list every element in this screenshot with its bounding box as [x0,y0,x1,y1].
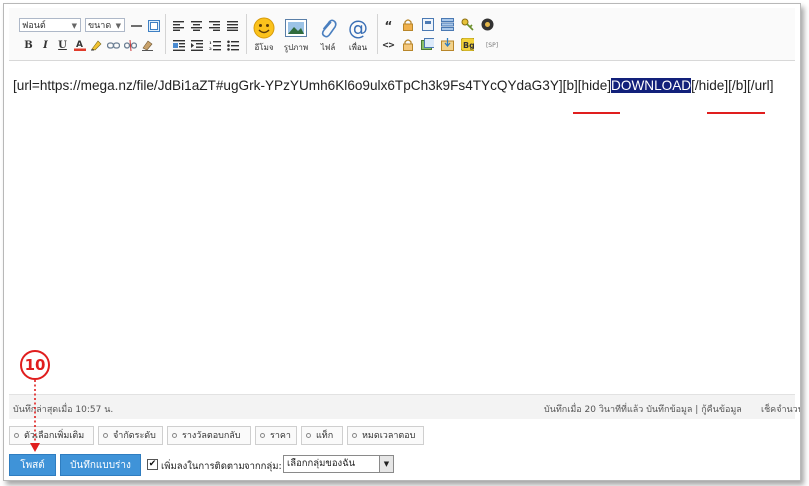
smiley-icon [253,17,275,39]
size-select[interactable]: ขนาด ▼ [85,18,125,32]
svg-text:1: 1 [209,40,212,45]
clear-format-icon[interactable] [141,38,154,51]
bold-hide-open-tags: [b][hide] [562,78,612,93]
save-draft-button[interactable]: บันทึกแบบร่าง [60,454,141,476]
radio-icon [172,433,177,438]
editor-toolbar: ฟอนต์ ▼ ขนาด ▼ B I U A 12 อีโมจ รูปภาพ ไ… [9,8,795,61]
option-label: หมดเวลาตอบ [362,431,416,441]
radio-icon [14,433,19,438]
italic-icon[interactable]: I [39,39,52,52]
option-label: รางวัลตอบกลับ [182,431,241,441]
align-center-icon[interactable] [190,19,203,32]
image-label: รูปภาพ [283,43,309,52]
follow-checkbox[interactable]: ✔ [147,459,158,470]
group-select[interactable]: เลือกกลุ่มของฉัน ▼ [283,455,394,473]
hide-bold-close-tags: [/hide][/b] [691,78,748,93]
editor-content: [url=https://mega.nz/file/JdBi1aZT#ugGrk… [13,78,773,93]
text-color-icon[interactable]: A [73,38,86,51]
align-justify-icon[interactable] [226,19,239,32]
option-reply-reward[interactable]: รางวัลตอบกลับ [167,426,251,445]
music-disc-icon[interactable] [481,18,494,31]
option-label: แท็ก [316,431,334,441]
highlight-icon[interactable] [90,38,103,51]
svg-text:2: 2 [209,46,212,51]
attachment-box-icon[interactable] [421,18,434,31]
url-close-tag: [/url] [747,78,774,93]
font-select[interactable]: ฟอนต์ ▼ [19,18,81,32]
download-box-icon[interactable] [441,38,454,51]
unordered-list-icon[interactable] [226,39,239,52]
option-more[interactable]: ตัวเลือกเพิ่มเติม [9,426,94,445]
gallery-icon[interactable] [421,38,434,51]
editor-status-bar: บันทึกล่าสุดเมื่อ 10:57 น. บันทึกเมื่อ 2… [9,394,800,419]
image-icon [285,19,307,37]
svg-text:Bg: Bg [463,41,474,50]
size-select-value: ขนาด [88,21,112,31]
group-select-value: เลือกกลุ่มของฉัน [287,458,356,469]
annotation-arrow [30,380,40,452]
at-sign-icon: @ [348,16,368,40]
image-button[interactable]: รูปภาพ [281,16,311,54]
char-count-link[interactable]: เช็คจำนวน [761,402,800,416]
option-reply-timeout[interactable]: หมดเวลาตอบ [347,426,424,445]
paperclip-icon [321,19,337,38]
option-label: ราคา [270,431,291,441]
url-tag-text: [url=https://mega.nz/file/JdBi1aZT#ugGrk… [13,78,563,93]
mention-button[interactable]: @ เพื่อน [343,16,373,54]
layout-icon[interactable] [441,18,454,31]
autosave-info[interactable]: บันทึกเมื่อ 20 วินาทีที่แล้ว บันทึกข้อมู… [544,402,742,416]
radio-icon [260,433,265,438]
font-select-value: ฟอนต์ [22,21,46,31]
option-label: จำกัดระดับ [113,431,156,441]
follow-label: เพิ่มลงในการติดตาม [161,461,245,472]
unlink-icon[interactable] [124,39,137,52]
key-icon[interactable] [461,18,474,31]
radio-icon [306,433,311,438]
red-underline-open-tags [573,112,620,114]
post-button[interactable]: โพสต์ [9,454,56,476]
quote-icon[interactable]: “ [382,19,395,33]
emoticon-label: อีโมจ [254,43,274,52]
underline-icon[interactable]: U [56,39,69,52]
code-icon[interactable]: <> [382,39,395,52]
chevron-down-icon: ▼ [71,22,77,30]
group-label: จากกลุ่ม: [244,461,282,472]
link-icon[interactable] [107,39,120,52]
option-level-limit[interactable]: จำกัดระดับ [98,426,163,445]
bold-icon[interactable]: B [22,39,35,52]
lock-icon[interactable] [401,18,414,31]
chevron-down-icon: ▼ [115,22,121,30]
post-editor-window: ฟอนต์ ▼ ขนาด ▼ B I U A 12 อีโมจ รูปภาพ ไ… [3,3,801,481]
step-number-callout: 10 [20,350,50,380]
file-button[interactable]: ไฟล์ [313,16,343,54]
mention-label: เพื่อน [348,43,368,52]
table-icon[interactable] [147,19,160,32]
align-right-icon[interactable] [208,19,221,32]
file-label: ไฟล์ [320,43,336,52]
option-price[interactable]: ราคา [255,426,297,445]
emoticon-button[interactable]: อีโมจ [249,16,279,54]
float-image-icon[interactable] [172,39,185,52]
sp-icon[interactable]: [SP] [482,39,502,52]
editor-textarea[interactable]: [url=https://mega.nz/file/JdBi1aZT#ugGrk… [9,61,795,391]
horizontal-rule-icon[interactable] [130,19,143,32]
ordered-list-icon[interactable]: 12 [208,39,221,52]
selected-download-text: DOWNLOAD [611,78,692,93]
radio-icon [103,433,108,438]
hide-content-icon[interactable] [401,38,414,51]
chevron-down-icon: ▼ [379,456,393,472]
indent-icon[interactable] [190,39,203,52]
radio-icon [352,433,357,438]
red-underline-close-tags [707,112,765,114]
bg-icon[interactable]: Bg [461,38,474,51]
option-tag[interactable]: แท็ก [301,426,343,445]
align-left-icon[interactable] [172,19,185,32]
